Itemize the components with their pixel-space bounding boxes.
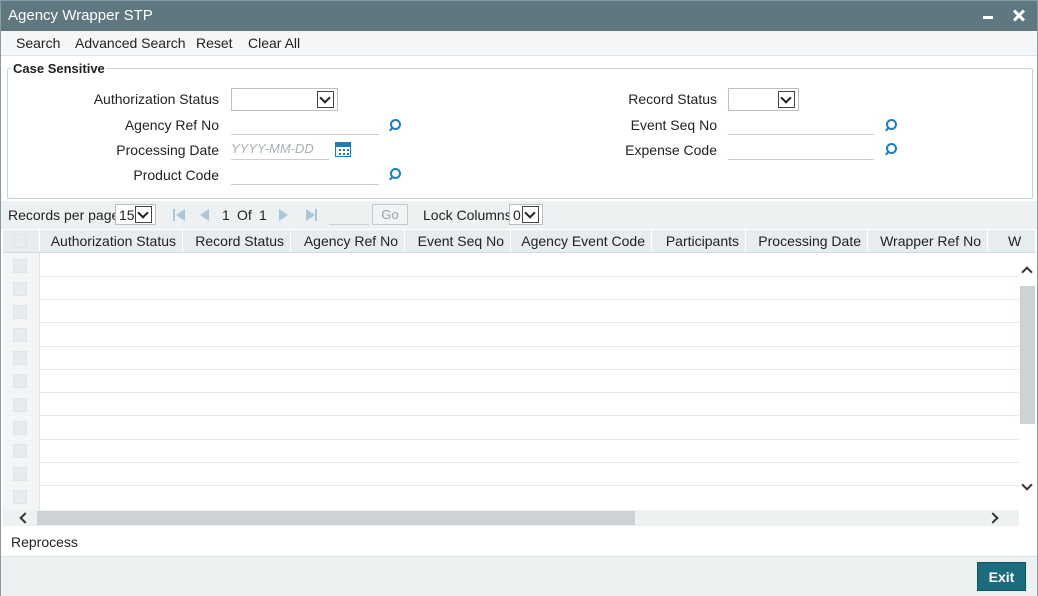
- processing-date-input[interactable]: [231, 138, 329, 160]
- toolbar: Search Advanced Search Reset Clear All: [1, 31, 1037, 56]
- event-seq-no-label: Event Seq No: [630, 117, 717, 133]
- results-grid: Authorization Status Record Status Agenc…: [3, 230, 1036, 526]
- agency-wrapper-stp-window: Agency Wrapper STP Search Advanced Searc…: [0, 0, 1038, 596]
- row-checkbox[interactable]: [13, 467, 27, 481]
- row-divider: [40, 369, 1019, 370]
- row-divider: [40, 462, 1019, 463]
- lock-columns-select[interactable]: 0: [509, 204, 543, 225]
- column-header-processing-date[interactable]: Processing Date: [746, 230, 868, 252]
- records-per-page-value: 15: [119, 207, 135, 223]
- row-divider: [40, 415, 1019, 416]
- search-button[interactable]: Search: [16, 35, 60, 51]
- row-checkbox[interactable]: [13, 374, 27, 388]
- agency-ref-no-label: Agency Ref No: [124, 117, 219, 133]
- chevron-down-icon[interactable]: [778, 91, 795, 108]
- row-divider: [40, 392, 1019, 393]
- record-status-label: Record Status: [628, 91, 717, 107]
- column-header-participants[interactable]: Participants: [652, 230, 746, 252]
- of-label: Of: [237, 207, 252, 223]
- last-page-icon[interactable]: [306, 209, 318, 221]
- row-divider: [40, 276, 1019, 277]
- product-code-input[interactable]: [231, 163, 379, 185]
- event-seq-no-input[interactable]: [728, 113, 874, 135]
- footer-bar: Exit: [1, 556, 1037, 596]
- go-to-page-input[interactable]: [329, 205, 369, 225]
- scroll-up-icon[interactable]: [1021, 266, 1033, 278]
- clear-all-button[interactable]: Clear All: [248, 35, 300, 51]
- chevron-down-icon[interactable]: [135, 206, 152, 223]
- chevron-down-icon[interactable]: [522, 206, 539, 223]
- authorization-status-select[interactable]: [231, 88, 338, 111]
- advanced-search-button[interactable]: Advanced Search: [75, 35, 186, 51]
- lock-columns-value: 0: [513, 207, 521, 223]
- horizontal-scroll-thumb[interactable]: [37, 511, 635, 525]
- row-checkbox[interactable]: [13, 351, 27, 365]
- event-seq-no-lookup-icon[interactable]: [883, 119, 897, 133]
- grid-header: Authorization Status Record Status Agenc…: [3, 230, 1036, 253]
- row-checkbox[interactable]: [13, 305, 27, 319]
- agency-ref-no-input[interactable]: [231, 113, 379, 135]
- calendar-icon[interactable]: [335, 142, 351, 157]
- column-header-w[interactable]: W: [988, 230, 1036, 252]
- window-title: Agency Wrapper STP: [8, 7, 153, 24]
- expense-code-label: Expense Code: [625, 142, 717, 158]
- vertical-scroll-thumb[interactable]: [1020, 286, 1035, 424]
- reset-button[interactable]: Reset: [196, 35, 233, 51]
- case-sensitive-legend: Case Sensitive: [11, 61, 107, 76]
- next-page-icon[interactable]: [279, 209, 291, 221]
- chevron-down-icon[interactable]: [317, 91, 334, 108]
- row-divider: [40, 322, 1019, 323]
- expense-code-input[interactable]: [728, 138, 874, 160]
- column-header-record-status[interactable]: Record Status: [183, 230, 291, 252]
- authorization-status-label: Authorization Status: [93, 91, 219, 107]
- select-all-checkbox[interactable]: [13, 234, 27, 248]
- product-code-label: Product Code: [133, 167, 219, 183]
- row-divider: [40, 346, 1019, 347]
- records-per-page-label: Records per page: [8, 207, 120, 223]
- row-checkbox[interactable]: [13, 259, 27, 273]
- record-status-select[interactable]: [728, 88, 799, 111]
- reprocess-button[interactable]: Reprocess: [11, 534, 78, 550]
- pagination-bar: Records per page 15 1 Of 1 Go Lock Colum…: [1, 201, 1037, 229]
- select-all-cell: [3, 230, 40, 252]
- scroll-down-icon[interactable]: [1021, 479, 1033, 491]
- exit-button[interactable]: Exit: [977, 562, 1026, 591]
- row-checkbox[interactable]: [13, 328, 27, 342]
- title-bar: Agency Wrapper STP: [1, 1, 1037, 31]
- column-header-wrapper-ref-no[interactable]: Wrapper Ref No: [868, 230, 988, 252]
- row-checkbox[interactable]: [13, 490, 27, 504]
- row-checkbox[interactable]: [13, 444, 27, 458]
- column-header-agency-ref-no[interactable]: Agency Ref No: [291, 230, 405, 252]
- vertical-scrollbar[interactable]: [1019, 253, 1036, 510]
- close-icon[interactable]: [1009, 5, 1029, 25]
- scroll-right-icon[interactable]: [987, 512, 999, 524]
- row-divider: [40, 485, 1019, 486]
- product-code-lookup-icon[interactable]: [387, 168, 401, 182]
- total-pages-number: 1: [259, 207, 267, 223]
- column-header-event-seq-no[interactable]: Event Seq No: [405, 230, 511, 252]
- scroll-left-icon[interactable]: [19, 512, 31, 524]
- lock-columns-label: Lock Columns: [423, 207, 512, 223]
- agency-ref-no-lookup-icon[interactable]: [387, 119, 401, 133]
- first-page-icon[interactable]: [173, 209, 185, 221]
- horizontal-scrollbar[interactable]: [3, 510, 1019, 526]
- row-checkbox[interactable]: [13, 421, 27, 435]
- column-header-agency-event-code[interactable]: Agency Event Code: [511, 230, 652, 252]
- row-checkbox[interactable]: [13, 282, 27, 296]
- go-button[interactable]: Go: [372, 204, 408, 225]
- processing-date-label: Processing Date: [116, 142, 219, 158]
- expense-code-lookup-icon[interactable]: [883, 143, 897, 157]
- row-divider: [40, 439, 1019, 440]
- minimize-icon[interactable]: [979, 5, 997, 25]
- row-checkbox[interactable]: [13, 398, 27, 412]
- row-selector-column: [3, 253, 40, 510]
- records-per-page-select[interactable]: 15: [115, 204, 156, 225]
- column-header-authorization-status[interactable]: Authorization Status: [40, 230, 183, 252]
- current-page-number: 1: [222, 207, 230, 223]
- row-divider: [40, 299, 1019, 300]
- previous-page-icon[interactable]: [200, 209, 212, 221]
